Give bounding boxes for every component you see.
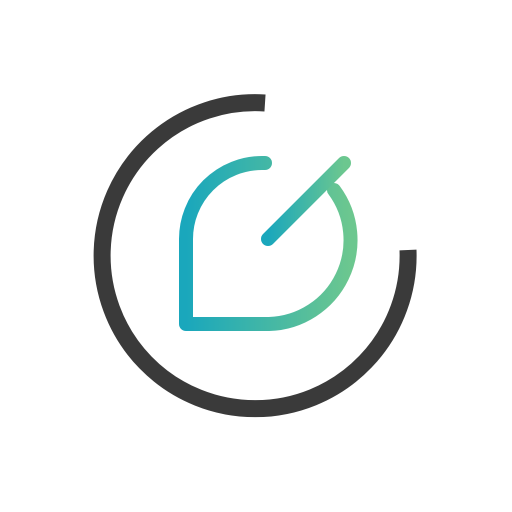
app-logo-icon (93, 94, 417, 418)
outer-ring-icon (93, 94, 417, 418)
logo-canvas (0, 0, 512, 512)
leaf-stem-icon (261, 156, 351, 246)
